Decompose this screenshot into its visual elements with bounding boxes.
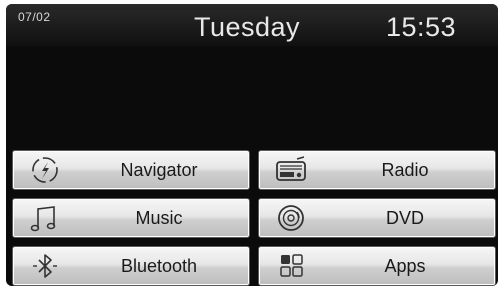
clock-display: 15:53: [386, 12, 457, 42]
apps-label: Apps: [384, 256, 426, 276]
apps-button[interactable]: Apps: [258, 246, 496, 286]
navigator-label: Navigator: [120, 160, 198, 180]
dvd-button[interactable]: DVD: [258, 198, 496, 238]
bluetooth-icon: [21, 250, 69, 282]
bluetooth-label: Bluetooth: [120, 256, 198, 276]
status-bar: 07/02 Tuesday 15:53: [6, 4, 498, 46]
disc-icon: [267, 202, 315, 234]
music-label: Music: [135, 208, 183, 228]
date-display: 07/02: [18, 10, 51, 24]
head-unit-screen: 07/02 Tuesday 15:53 Navigator Radio Musi…: [6, 4, 498, 286]
navigator-button[interactable]: Navigator: [12, 150, 250, 190]
radio-label: Radio: [381, 160, 429, 180]
day-display: Tuesday: [194, 12, 301, 42]
apps-grid-icon: [267, 250, 315, 282]
dvd-label: DVD: [385, 208, 424, 228]
radio-button[interactable]: Radio: [258, 150, 496, 190]
compass-icon: [21, 154, 69, 186]
radio-icon: [267, 154, 315, 186]
main-menu: Navigator Radio Music DVD Bluetooth Apps: [12, 150, 496, 286]
music-button[interactable]: Music: [12, 198, 250, 238]
bluetooth-button[interactable]: Bluetooth: [12, 246, 250, 286]
music-note-icon: [21, 202, 69, 234]
